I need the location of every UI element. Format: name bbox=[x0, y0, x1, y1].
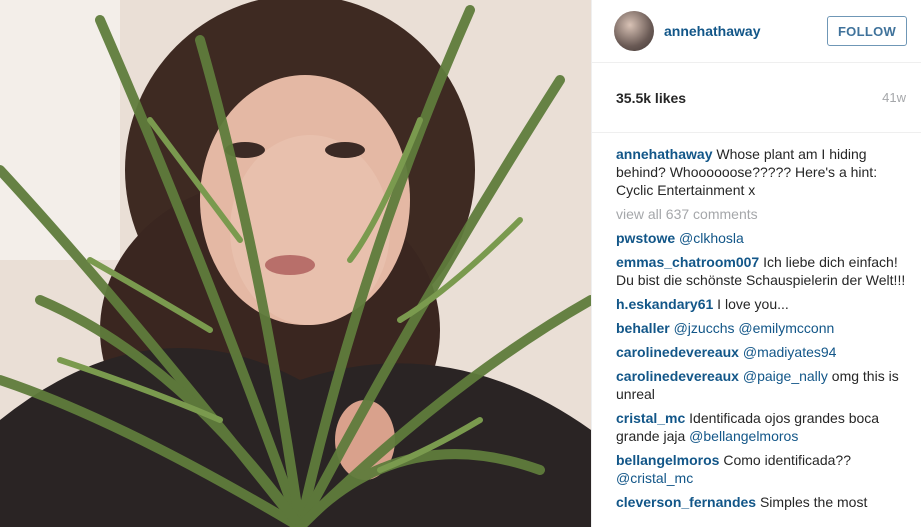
mention-link[interactable]: @paige_nally bbox=[743, 368, 828, 384]
post-sidebar: annehathaway FOLLOW 35.5k likes 41w anne… bbox=[591, 0, 921, 527]
comment-row: carolinedevereaux @paige_nally omg this … bbox=[616, 367, 906, 403]
mention-link[interactable]: @cristal_mc bbox=[616, 470, 693, 486]
post-photo[interactable] bbox=[0, 0, 591, 527]
mention-link[interactable]: @clkhosla bbox=[679, 230, 744, 246]
comment-text: I love you... bbox=[713, 296, 789, 312]
caption: annehathaway Whose plant am I hiding beh… bbox=[616, 145, 906, 199]
comment-username[interactable]: cristal_mc bbox=[616, 410, 685, 426]
post-header: annehathaway FOLLOW bbox=[592, 0, 921, 63]
mention-link[interactable]: @emilymcconn bbox=[738, 320, 834, 336]
comment-row: behaller @jzucchs @emilymcconn bbox=[616, 319, 906, 337]
comment-username[interactable]: carolinedevereaux bbox=[616, 368, 739, 384]
comment-username[interactable]: cleverson_fernandes bbox=[616, 494, 756, 510]
post-stats: 35.5k likes 41w bbox=[592, 63, 921, 133]
likes-count[interactable]: 35.5k likes bbox=[616, 90, 686, 106]
comment-row: h.eskandary61 I love you... bbox=[616, 295, 906, 313]
post-viewer: annehathaway FOLLOW 35.5k likes 41w anne… bbox=[0, 0, 921, 527]
comment-username[interactable]: bellangelmoros bbox=[616, 452, 719, 468]
comment-row: carolinedevereaux @madiyates94 bbox=[616, 343, 906, 361]
comment-username[interactable]: carolinedevereaux bbox=[616, 344, 739, 360]
comment-username[interactable]: pwstowe bbox=[616, 230, 675, 246]
comment-row: cleverson_fernandes Simples the most bbox=[616, 493, 906, 511]
mention-link[interactable]: @madiyates94 bbox=[743, 344, 837, 360]
comment-row: emmas_chatroom007 Ich liebe dich einfach… bbox=[616, 253, 906, 289]
mention-link[interactable]: @bellangelmoros bbox=[689, 428, 798, 444]
photo-illustration bbox=[0, 0, 591, 527]
view-all-comments-link[interactable]: view all 637 comments bbox=[616, 205, 906, 223]
comment-username[interactable]: behaller bbox=[616, 320, 670, 336]
post-age[interactable]: 41w bbox=[882, 90, 906, 105]
comment-row: cristal_mc Identificada ojos grandes boc… bbox=[616, 409, 906, 445]
comment-username[interactable]: h.eskandary61 bbox=[616, 296, 713, 312]
comment-text: Como identificada?? bbox=[719, 452, 851, 468]
follow-button[interactable]: FOLLOW bbox=[827, 16, 907, 46]
comment-row: bellangelmoros Como identificada?? @cris… bbox=[616, 451, 906, 487]
mention-link[interactable]: @jzucchs bbox=[674, 320, 735, 336]
avatar[interactable] bbox=[614, 11, 654, 51]
comment-text: Simples the most bbox=[756, 494, 868, 510]
caption-username[interactable]: annehathaway bbox=[616, 146, 712, 162]
comments-list: annehathaway Whose plant am I hiding beh… bbox=[592, 133, 921, 511]
comment-row: pwstowe @clkhosla bbox=[616, 229, 906, 247]
header-username[interactable]: annehathaway bbox=[664, 23, 827, 39]
comment-username[interactable]: emmas_chatroom007 bbox=[616, 254, 759, 270]
